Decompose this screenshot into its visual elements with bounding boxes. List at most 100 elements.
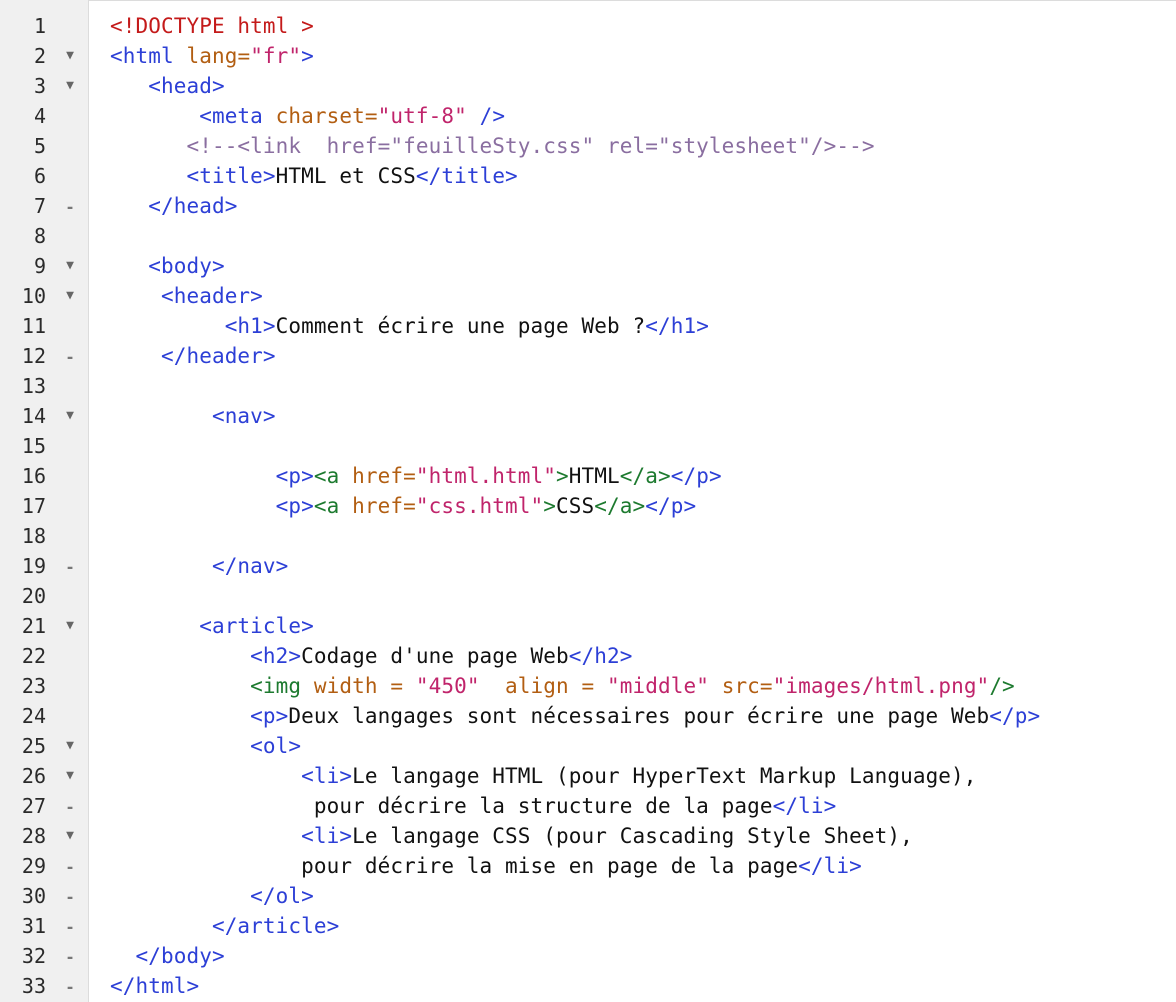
fold-open-icon[interactable]: ▼: [62, 281, 78, 311]
line-number: 15: [21, 434, 46, 458]
code-line[interactable]: 12 ▬ </header>: [0, 341, 1176, 371]
code-line[interactable]: 29 ▬ pour décrire la mise en page de la p…: [0, 851, 1176, 881]
code-text[interactable]: pour décrire la structure de la page</li…: [110, 791, 836, 821]
code-text[interactable]: <head>: [110, 71, 225, 101]
code-text[interactable]: </html>: [110, 971, 199, 1001]
code-line[interactable]: 6 <title>HTML et CSS</title>: [0, 161, 1176, 191]
line-number: 6: [33, 164, 46, 188]
token-tag: <li>: [110, 764, 353, 788]
code-line[interactable]: 32 ▬ </body>: [0, 941, 1176, 971]
code-text[interactable]: </head>: [110, 191, 237, 221]
code-text[interactable]: </ol>: [110, 881, 314, 911]
code-line[interactable]: 26 ▼ <li>Le langage HTML (pour HyperText …: [0, 761, 1176, 791]
code-line[interactable]: 10 ▼ <header>: [0, 281, 1176, 311]
code-line[interactable]: 11 <h1>Comment écrire une page Web ?</h1…: [0, 311, 1176, 341]
fold-end-icon: ▬: [67, 353, 73, 362]
code-text[interactable]: <img width = "450" align = "middle" src=…: [110, 671, 1015, 701]
code-line[interactable]: 4 <meta charset="utf-8" />: [0, 101, 1176, 131]
fold-end-icon: ▬: [67, 863, 73, 872]
token-txt: pour décrire la mise en page de la page: [110, 854, 799, 878]
code-line[interactable]: 22 <h2>Codage d'une page Web</h2>: [0, 641, 1176, 671]
token-tag: <html: [110, 44, 187, 68]
fold-open-icon[interactable]: ▼: [62, 761, 78, 791]
line-number: 8: [33, 224, 46, 248]
code-line[interactable]: 5 <!--<link href="feuilleSty.css" rel="s…: [0, 131, 1176, 161]
token-tag: <header>: [110, 284, 263, 308]
code-text[interactable]: <h2>Codage d'une page Web</h2>: [110, 641, 632, 671]
code-text[interactable]: <nav>: [110, 401, 276, 431]
code-text[interactable]: <header>: [110, 281, 263, 311]
token-tag: <h1>: [110, 314, 276, 338]
token-tag: <article>: [110, 614, 314, 638]
fold-open-icon[interactable]: ▼: [62, 71, 78, 101]
line-number: 28: [21, 824, 46, 848]
code-text[interactable]: <li>Le langage HTML (pour HyperText Mark…: [110, 761, 977, 791]
token-tagg: <a: [313, 464, 353, 488]
code-line[interactable]: 31 ▬ </article>: [0, 911, 1176, 941]
code-line[interactable]: 3 ▼ <head>: [0, 71, 1176, 101]
code-line[interactable]: 27 ▬ pour décrire la structure de la page…: [0, 791, 1176, 821]
code-line[interactable]: 1 <!DOCTYPE html >: [0, 11, 1176, 41]
code-text[interactable]: <article>: [110, 611, 314, 641]
code-line[interactable]: 25 ▼ <ol>: [0, 731, 1176, 761]
code-text[interactable]: <!--<link href="feuilleSty.css" rel="sty…: [110, 131, 875, 161]
fold-open-icon[interactable]: ▼: [62, 401, 78, 431]
fold-open-icon[interactable]: ▼: [62, 41, 78, 71]
code-line[interactable]: 2 ▼ <html lang="fr">: [0, 41, 1176, 71]
token-cmt: <!--<link href="feuilleSty.css" rel="sty…: [110, 134, 875, 158]
code-text[interactable]: <title>HTML et CSS</title>: [110, 161, 518, 191]
token-tagg: >: [556, 464, 569, 488]
code-line[interactable]: 15: [0, 431, 1176, 461]
token-tag: </article>: [110, 914, 340, 938]
code-text[interactable]: </body>: [110, 941, 225, 971]
code-text[interactable]: <meta charset="utf-8" />: [110, 101, 505, 131]
code-line[interactable]: 21 ▼ <article>: [0, 611, 1176, 641]
code-line[interactable]: 17 <p><a href="css.html">CSS</a></p>: [0, 491, 1176, 521]
code-line[interactable]: 14 ▼ <nav>: [0, 401, 1176, 431]
fold-open-icon[interactable]: ▼: [62, 731, 78, 761]
fold-open-icon[interactable]: ▼: [62, 251, 78, 281]
fold-open-icon[interactable]: ▼: [62, 611, 78, 641]
line-number: 31: [21, 914, 46, 938]
code-line[interactable]: 8: [0, 221, 1176, 251]
code-text[interactable]: <h1>Comment écrire une page Web ?</h1>: [110, 311, 709, 341]
line-number: 5: [33, 134, 46, 158]
code-text[interactable]: <!DOCTYPE html >: [110, 11, 314, 41]
token-tag: </title>: [415, 164, 518, 188]
code-line[interactable]: 24 <p>Deux langages sont nécessaires pou…: [0, 701, 1176, 731]
code-text[interactable]: </nav>: [110, 551, 288, 581]
token-tag: </li>: [798, 854, 862, 878]
code-line[interactable]: 9 ▼ <body>: [0, 251, 1176, 281]
code-text[interactable]: <p><a href="css.html">CSS</a></p>: [110, 491, 696, 521]
code-text[interactable]: pour décrire la mise en page de la page<…: [110, 851, 862, 881]
code-line[interactable]: 7 ▬ </head>: [0, 191, 1176, 221]
code-text[interactable]: </article>: [110, 911, 339, 941]
code-line[interactable]: 23 <img width = "450" align = "middle" s…: [0, 671, 1176, 701]
token-tag: </p>: [989, 704, 1041, 728]
line-number: 32: [21, 944, 46, 968]
code-text[interactable]: </header>: [110, 341, 276, 371]
token-txt: Le langage HTML (pour HyperText Markup L…: [352, 764, 977, 788]
code-editor[interactable]: 1 <!DOCTYPE html > 2 ▼ <html lang="fr"> 3 ▼ <h…: [0, 0, 1176, 1002]
code-text[interactable]: <li>Le langage CSS (pour Cascading Style…: [110, 821, 913, 851]
code-text[interactable]: <p>Deux langages sont nécessaires pour é…: [110, 701, 1040, 731]
code-line[interactable]: 18: [0, 521, 1176, 551]
code-line[interactable]: 28 ▼ <li>Le langage CSS (pour Cascading S…: [0, 821, 1176, 851]
code-line[interactable]: 20: [0, 581, 1176, 611]
code-text[interactable]: <p><a href="html.html">HTML</a></p>: [110, 461, 722, 491]
code-line[interactable]: 19 ▬ </nav>: [0, 551, 1176, 581]
line-number: 2: [33, 44, 46, 68]
fold-end-icon: ▬: [67, 923, 73, 932]
code-text[interactable]: <ol>: [110, 731, 301, 761]
token-attr: charset=: [275, 104, 378, 128]
code-line[interactable]: 30 ▬ </ol>: [0, 881, 1176, 911]
token-tag: <ol>: [110, 734, 302, 758]
fold-open-icon[interactable]: ▼: [62, 821, 78, 851]
code-line[interactable]: 13: [0, 371, 1176, 401]
code-text[interactable]: <html lang="fr">: [110, 41, 314, 71]
editor-top-border: [0, 0, 1176, 1]
code-line[interactable]: 33 ▬ </html>: [0, 971, 1176, 1001]
code-text[interactable]: <body>: [110, 251, 225, 281]
code-line[interactable]: 16 <p><a href="html.html">HTML</a></p>: [0, 461, 1176, 491]
line-number: 20: [21, 584, 46, 608]
